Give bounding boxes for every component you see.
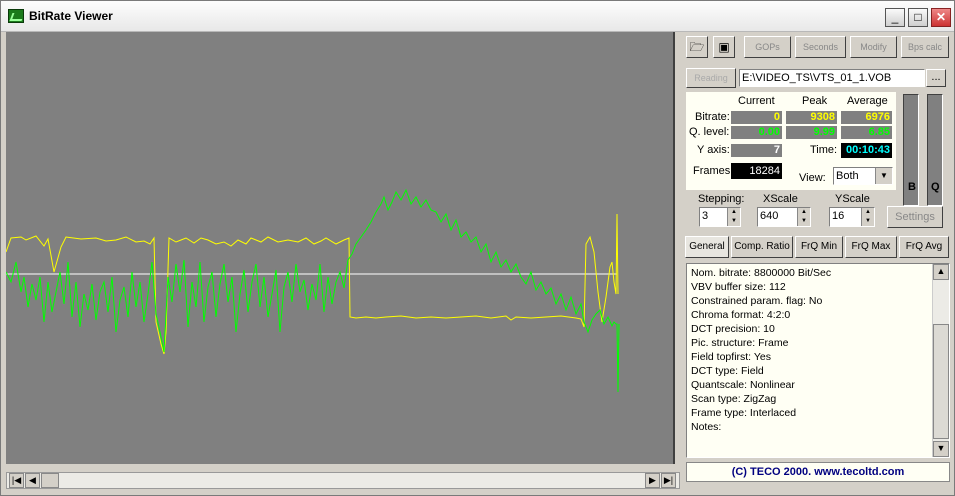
header-current: Current	[738, 95, 775, 107]
info-line: DCT type: Field	[691, 365, 764, 377]
qlevel-current: 0.00	[731, 126, 782, 139]
control-panel: 🗁 ▣ GOPs Seconds Modify Bps calc Reading…	[681, 32, 953, 489]
app-window: BitRate Viewer _ □ ✕ |◀ ◀ ▶ ▶| 🗁 ▣ GOPs …	[0, 0, 955, 496]
gops-button[interactable]: GOPs	[744, 36, 791, 58]
app-icon	[8, 9, 24, 23]
xscale-label: XScale	[763, 193, 798, 205]
reading-button[interactable]: Reading	[686, 68, 736, 88]
bitrate-label: Bitrate:	[695, 111, 730, 123]
scroll-first-button[interactable]: |◀	[9, 473, 24, 488]
tab-frq-min[interactable]: FrQ Min	[795, 236, 843, 258]
info-line: Chroma format: 4:2:0	[691, 309, 791, 321]
info-line: Nom. bitrate: 8800000 Bit/Sec	[691, 267, 832, 279]
yaxis-value: 7	[731, 144, 782, 157]
close-button[interactable]: ✕	[931, 8, 951, 27]
graph-canvas	[5, 188, 620, 393]
info-line: DCT precision: 10	[691, 323, 775, 335]
window-title: BitRate Viewer	[29, 9, 113, 23]
tab-general[interactable]: General	[685, 236, 729, 258]
xscale-value: 640	[760, 210, 779, 222]
scroll-up-button[interactable]: ▲	[933, 264, 949, 280]
copyright-footer: (C) TECO 2000. www.tecoltd.com	[686, 462, 950, 482]
frames-value: 18284	[731, 163, 782, 179]
xscale-spinner[interactable]: ▲ ▼	[797, 208, 810, 226]
stepping-value: 3	[702, 210, 709, 222]
stepping-spinner[interactable]: ▲ ▼	[727, 208, 740, 226]
bitrate-peak: 9308	[786, 111, 837, 124]
info-line: Pic. structure: Frame	[691, 337, 789, 349]
settings-button[interactable]: Settings	[887, 206, 943, 228]
tab-frq-avg[interactable]: FrQ Avg	[899, 236, 949, 258]
b-meter-label: B	[908, 181, 916, 193]
open-file-button[interactable]: 🗁	[686, 36, 708, 58]
info-line: VBV buffer size: 112	[691, 281, 786, 293]
view-label: View:	[799, 172, 826, 184]
info-line: Notes:	[691, 421, 722, 433]
scroll-left-button[interactable]: ◀	[25, 473, 40, 488]
time-value: 00:10:43	[841, 143, 892, 158]
view-select[interactable]: Both ▼	[833, 167, 893, 185]
time-label: Time:	[810, 144, 838, 156]
qlevel-average: 6.85	[841, 126, 892, 139]
stepping-label: Stepping:	[698, 193, 745, 205]
info-line: Field topfirst: Yes	[691, 351, 771, 363]
bitrate-graph[interactable]	[5, 32, 675, 464]
maximize-button[interactable]: □	[908, 8, 928, 27]
q-meter-label: Q	[931, 181, 940, 193]
info-text-box[interactable]: Nom. bitrate: 8800000 Bit/Sec VBV buffer…	[686, 263, 950, 458]
scroll-thumb[interactable]	[41, 473, 59, 488]
bitrate-current: 0	[731, 111, 782, 124]
yscale-input[interactable]: 16 ▲ ▼	[829, 207, 875, 227]
vertical-scrollbar[interactable]: ▲ ▼	[932, 264, 949, 457]
bitrate-average: 6976	[841, 111, 892, 124]
info-line: Scan type: ZigZag	[691, 393, 777, 405]
seconds-button[interactable]: Seconds	[795, 36, 846, 58]
tab-comp-ratio[interactable]: Comp. Ratio	[731, 236, 793, 258]
yaxis-label: Y axis:	[697, 144, 730, 156]
yscale-value: 16	[832, 210, 845, 222]
bps-calc-button[interactable]: Bps calc	[901, 36, 949, 58]
info-line: Frame type: Interlaced	[691, 407, 797, 419]
qlevel-label: Q. level:	[689, 126, 730, 138]
chevron-down-icon[interactable]: ▼	[875, 168, 892, 184]
browse-button[interactable]: ...	[926, 69, 946, 87]
folder-open-icon: 🗁	[689, 40, 705, 54]
floppy-save-icon: ▣	[718, 40, 730, 54]
vertical-scroll-thumb[interactable]	[933, 324, 949, 439]
modify-button[interactable]: Modify	[850, 36, 897, 58]
frames-label: Frames:	[693, 165, 734, 177]
yscale-label: YScale	[835, 193, 870, 205]
info-line: Quantscale: Nonlinear	[691, 379, 795, 391]
scroll-down-button[interactable]: ▼	[933, 441, 949, 457]
minimize-button[interactable]: _	[885, 8, 905, 27]
save-button[interactable]: ▣	[713, 36, 735, 58]
horizontal-scrollbar[interactable]: |◀ ◀ ▶ ▶|	[6, 472, 680, 489]
view-select-value: Both	[836, 170, 859, 182]
scroll-right-button[interactable]: ▶	[645, 473, 660, 488]
header-average: Average	[847, 95, 888, 107]
header-peak: Peak	[802, 95, 828, 107]
file-path-field[interactable]: E:\VIDEO_TS\VTS_01_1.VOB	[739, 69, 925, 87]
info-line: Constrained param. flag: No	[691, 295, 823, 307]
title-bar[interactable]: BitRate Viewer _ □ ✕	[1, 1, 954, 32]
scroll-last-button[interactable]: ▶|	[661, 473, 676, 488]
stepping-input[interactable]: 3 ▲ ▼	[699, 207, 741, 227]
tab-frq-max[interactable]: FrQ Max	[845, 236, 897, 258]
yscale-spinner[interactable]: ▲ ▼	[861, 208, 874, 226]
xscale-input[interactable]: 640 ▲ ▼	[757, 207, 811, 227]
qlevel-series	[5, 188, 620, 393]
qlevel-peak: 9.99	[786, 126, 837, 139]
